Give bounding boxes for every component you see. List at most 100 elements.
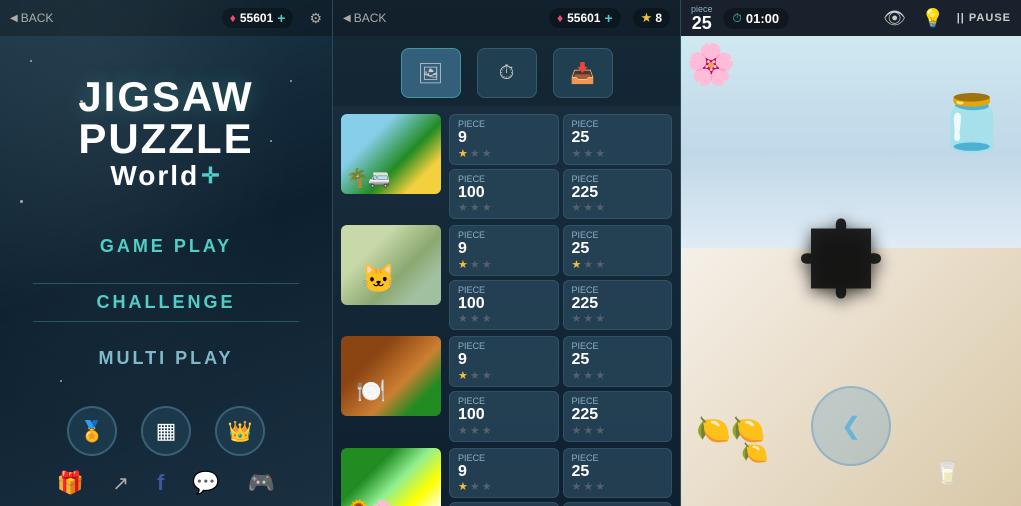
chat-button[interactable]: 💬 xyxy=(192,470,219,496)
category-tabs: 🖼 ⏱ 📥 xyxy=(333,36,680,106)
star-empty-icon: ★ xyxy=(583,201,593,214)
puzzle-piece-svg xyxy=(791,209,911,329)
piece-btn-flowers-25[interactable]: piece 25 ★ ★ ★ xyxy=(563,448,673,499)
grid-button[interactable]: ▦ xyxy=(141,406,191,456)
piece-label: piece xyxy=(572,453,599,463)
star-empty-icon: ★ xyxy=(458,312,468,325)
crown-button[interactable]: 👑 xyxy=(215,406,265,456)
menu-settings-button[interactable]: ⚙ xyxy=(309,10,322,27)
game-canvas: 🌸 🫙 🍋🍋 🍋 🥛 ❮ xyxy=(681,36,1021,506)
piece-btn-cat-25[interactable]: piece 25 ★ ★ ★ xyxy=(563,225,673,276)
piece-btn-beach-25[interactable]: piece 25 ★ ★ ★ xyxy=(563,114,673,165)
piece-num: 9 xyxy=(458,351,467,369)
star-badge-count: 8 xyxy=(655,11,662,25)
hint-button[interactable]: 💡 xyxy=(919,4,947,32)
star-empty-icon: ★ xyxy=(595,201,605,214)
piece-btn-cat-9[interactable]: piece 9 ★ ★ ★ xyxy=(449,225,559,276)
achievement-button[interactable]: 🏅 xyxy=(67,406,117,456)
star-empty-icon: ★ xyxy=(482,369,492,382)
mystery-button[interactable]: 🎁 xyxy=(57,470,84,496)
menu-back-button[interactable]: ◀ BACK xyxy=(10,11,53,25)
puzzle-thumb-flowers[interactable] xyxy=(341,448,441,506)
piece-btn-flowers-blank[interactable] xyxy=(563,502,673,506)
back-arrow-icon: ◀ xyxy=(10,13,18,24)
facebook-button[interactable]: f xyxy=(157,470,164,496)
star-decor xyxy=(30,60,32,62)
puzzle-thumb-cat[interactable] xyxy=(341,225,441,305)
piece-btn-food-100[interactable]: piece 100 ★ ★ ★ xyxy=(449,391,559,442)
gem-diamond-icon: ♦ xyxy=(230,11,236,25)
menu-gem-score: ♦ 55601 + xyxy=(222,8,294,28)
stars-row: ★ ★ ★ xyxy=(458,201,492,214)
piece-btn-beach-225[interactable]: piece 225 ★ ★ ★ xyxy=(563,169,673,220)
piece-btn-food-9[interactable]: piece 9 ★ ★ ★ xyxy=(449,336,559,387)
puzzle-thumb-beach[interactable] xyxy=(341,114,441,194)
bulb-icon: 💡 xyxy=(921,8,943,29)
piece-num: 225 xyxy=(572,295,599,313)
star-empty-icon: ★ xyxy=(482,258,492,271)
piece-num: 9 xyxy=(458,463,467,481)
piece-btn-cat-100[interactable]: piece 100 ★ ★ ★ xyxy=(449,280,559,331)
piece-label: piece xyxy=(572,285,599,295)
piece-label: piece xyxy=(572,174,599,184)
select-add-gems-button[interactable]: + xyxy=(604,10,612,26)
eye-button[interactable]: 👁 xyxy=(881,4,909,32)
piece-options-cat: piece 9 ★ ★ ★ piece 25 ★ ★ ★ xyxy=(449,225,672,330)
scene-lemon-slice-decor: 🍋 xyxy=(741,440,768,466)
stars-row: ★ ★ ★ xyxy=(458,369,492,382)
piece-label: piece xyxy=(572,119,599,129)
star-empty-icon: ★ xyxy=(595,258,605,271)
piece-label: piece xyxy=(458,119,485,129)
logo-jigsaw-text: JIGSAW xyxy=(78,76,253,118)
pause-button[interactable]: || PAUSE xyxy=(957,12,1011,24)
piece-btn-beach-100[interactable]: piece 100 ★ ★ ★ xyxy=(449,169,559,220)
select-back-label: BACK xyxy=(354,11,387,25)
menu-item-challenge[interactable]: CHALLENGE xyxy=(33,283,299,322)
piece-btn-food-25[interactable]: piece 25 ★ ★ ★ xyxy=(563,336,673,387)
puzzle-piece-overlay xyxy=(791,209,911,334)
menu-item-gameplay[interactable]: GAME PLAY xyxy=(80,232,252,261)
piece-label: piece xyxy=(572,396,599,406)
category-download-tab[interactable]: 📥 xyxy=(553,48,613,98)
piece-btn-cat-225[interactable]: piece 225 ★ ★ ★ xyxy=(563,280,673,331)
piece-label: piece xyxy=(458,174,485,184)
logo-world-text: World✛ xyxy=(78,160,253,192)
grid-icon: ▦ xyxy=(156,418,177,444)
select-back-button[interactable]: ◀ BACK xyxy=(343,11,386,25)
piece-btn-food-225[interactable]: piece 225 ★ ★ ★ xyxy=(563,391,673,442)
menu-add-gems-button[interactable]: + xyxy=(277,10,285,26)
puzzle-thumb-food[interactable] xyxy=(341,336,441,416)
star-decor xyxy=(60,380,62,382)
star-empty-icon: ★ xyxy=(470,480,480,493)
gamepad-button[interactable]: 🎮 xyxy=(248,470,275,496)
nav-circle-button[interactable]: ❮ xyxy=(811,386,891,466)
timer-value: 01:00 xyxy=(746,11,779,26)
star-filled-icon: ★ xyxy=(458,369,468,382)
piece-btn-flowers-piece[interactable]: piece xyxy=(449,502,559,506)
social-bar: 🎁 ↗ f 💬 🎮 xyxy=(57,470,275,496)
piece-label: piece xyxy=(572,341,599,351)
puzzle-row-food: piece 9 ★ ★ ★ piece 25 ★ ★ ★ xyxy=(341,336,672,441)
game-panel: piece 25 ⏱ 01:00 👁 💡 || PAUSE 🌸 🫙 🍋🍋 🍋 xyxy=(681,0,1021,506)
star-empty-icon: ★ xyxy=(470,258,480,271)
star-empty-icon: ★ xyxy=(583,258,593,271)
category-image-tab[interactable]: 🖼 xyxy=(401,48,461,98)
piece-btn-beach-9[interactable]: piece 9 ★ ★ ★ xyxy=(449,114,559,165)
menu-item-multiplay[interactable]: MULTI PLAY xyxy=(78,344,253,373)
stars-row: ★ ★ ★ xyxy=(458,312,492,325)
puzzle-row-flowers: piece 9 ★ ★ ★ piece 25 ★ ★ ★ xyxy=(341,448,672,506)
star-empty-icon: ★ xyxy=(572,312,582,325)
menu-score-value: 55601 xyxy=(240,11,273,25)
star-empty-icon: ★ xyxy=(572,480,582,493)
piece-btn-flowers-9[interactable]: piece 9 ★ ★ ★ xyxy=(449,448,559,499)
nav-left-arrow-icon: ❮ xyxy=(841,412,861,441)
star-empty-icon: ★ xyxy=(482,201,492,214)
piece-label: piece xyxy=(458,341,485,351)
stars-row: ★ ★ ★ xyxy=(572,369,606,382)
star-empty-icon: ★ xyxy=(583,147,593,160)
star-empty-icon: ★ xyxy=(482,147,492,160)
share-button[interactable]: ↗ xyxy=(112,471,129,496)
category-timer-tab[interactable]: ⏱ xyxy=(477,48,537,98)
star-decor xyxy=(80,100,83,103)
star-filled-icon: ★ xyxy=(458,147,468,160)
